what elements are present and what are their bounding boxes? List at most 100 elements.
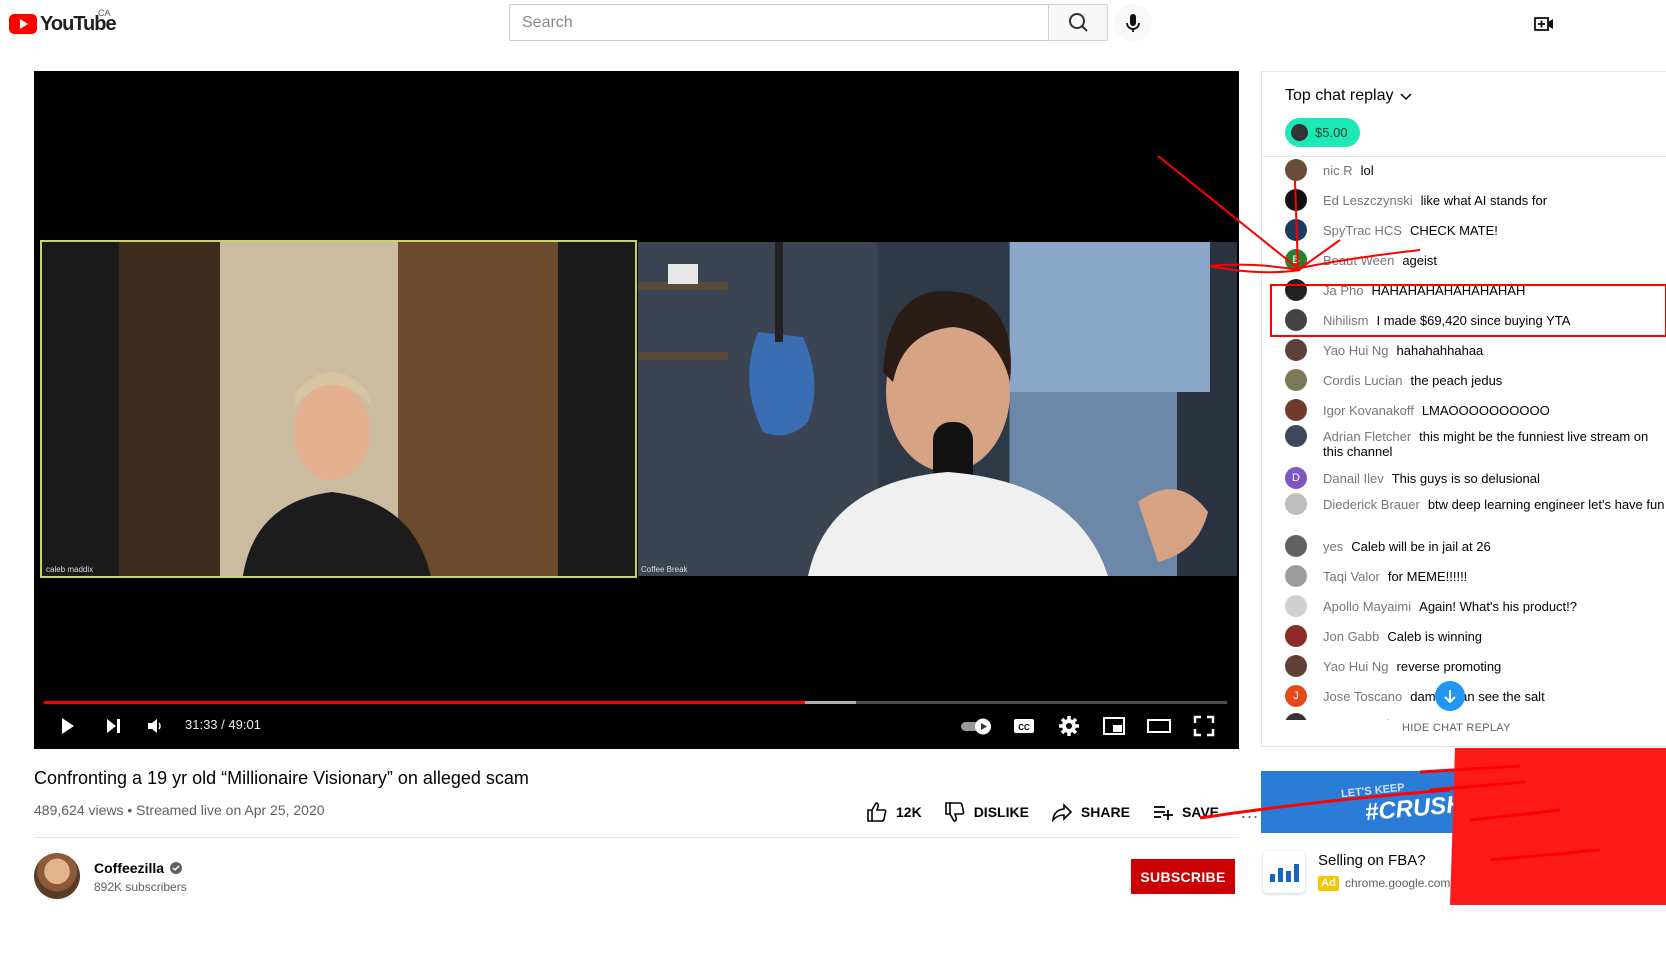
chat-author-name[interactable]: Cordis Lucian xyxy=(1323,373,1403,388)
search-button[interactable] xyxy=(1048,4,1108,41)
chat-author-avatar[interactable] xyxy=(1285,595,1307,617)
autoplay-toggle[interactable] xyxy=(959,711,995,741)
chat-author-avatar[interactable] xyxy=(1285,655,1307,677)
volume-button[interactable] xyxy=(140,711,170,741)
chat-message[interactable]: Yao Hui Ng hahahahhahaa xyxy=(1285,339,1665,361)
chat-author-avatar[interactable]: J xyxy=(1285,685,1307,707)
create-button[interactable] xyxy=(1532,12,1556,36)
chat-message[interactable]: SpyTrac HCS CHECK MATE! xyxy=(1285,219,1665,241)
chat-author-name[interactable]: Jose Toscano xyxy=(1323,689,1402,704)
chat-author-name[interactable]: Ja Pho xyxy=(1323,283,1363,298)
chat-author-name[interactable]: Taqi Valor xyxy=(1323,569,1380,584)
miniplayer-button[interactable] xyxy=(1099,711,1129,741)
chat-author-avatar[interactable] xyxy=(1285,493,1307,515)
video-player[interactable]: caleb maddix Coffee Break 31:33 / 49:01 … xyxy=(34,71,1239,749)
chat-author-avatar[interactable] xyxy=(1285,339,1307,361)
ad-title[interactable]: Selling on FBA? xyxy=(1318,852,1426,869)
chat-author-name[interactable]: yes xyxy=(1323,539,1343,554)
chat-author-avatar[interactable] xyxy=(1285,565,1307,587)
chat-author-name[interactable]: Diederick Brauer xyxy=(1323,497,1420,512)
chat-message-text: DEFLECT DEFLECT DEFLECT xyxy=(1404,717,1588,720)
scroll-to-bottom-button[interactable] xyxy=(1435,681,1465,711)
progress-bar[interactable] xyxy=(44,701,1227,704)
chat-message[interactable]: Nihilism I made $69,420 since buying YTA xyxy=(1285,309,1665,331)
chat-mode-dropdown[interactable]: Top chat replay xyxy=(1285,87,1414,105)
chat-author-name[interactable]: Adrian Fletcher xyxy=(1323,429,1411,444)
chat-message-body: Taqi Valor for MEME!!!!!! xyxy=(1323,569,1467,584)
chat-message-text: like what AI stands for xyxy=(1420,193,1548,208)
chat-message[interactable]: Ja Pho HAHAHAHAHAHAHAHAH xyxy=(1285,279,1665,301)
fullscreen-button[interactable] xyxy=(1189,711,1219,741)
chat-message[interactable]: B Beaut Ween ageist xyxy=(1285,249,1665,271)
like-button[interactable]: 12K xyxy=(866,801,922,823)
hide-chat-replay-button[interactable]: HIDE CHAT REPLAY xyxy=(1262,722,1666,734)
video-meta: 489,624 views • Streamed live on Apr 25,… xyxy=(34,802,325,818)
chat-author-avatar[interactable] xyxy=(1285,399,1307,421)
chat-author-name[interactable]: nic R xyxy=(1323,163,1353,178)
chat-message[interactable]: Taqi Valor for MEME!!!!!! xyxy=(1285,565,1665,587)
chat-message-text: hahahahhahaa xyxy=(1396,343,1484,358)
theater-mode-button[interactable] xyxy=(1144,711,1174,741)
dislike-button[interactable]: DISLIKE xyxy=(944,801,1029,823)
chat-author-name[interactable]: Monte Worle xyxy=(1323,717,1396,720)
chat-author-avatar[interactable] xyxy=(1285,535,1307,557)
share-button[interactable]: SHARE xyxy=(1051,801,1130,823)
chat-author-avatar[interactable] xyxy=(1285,369,1307,391)
chat-author-name[interactable]: Jon Gabb xyxy=(1323,629,1379,644)
chat-message[interactable]: Jon Gabb Caleb is winning xyxy=(1285,625,1665,647)
chat-author-name[interactable]: Ed Leszczynski xyxy=(1323,193,1413,208)
chat-author-name[interactable]: Apollo Mayaimi xyxy=(1323,599,1411,614)
chat-message-body: Monte Worle DEFLECT DEFLECT DEFLECT xyxy=(1323,717,1589,720)
chat-author-avatar[interactable] xyxy=(1285,219,1307,241)
more-actions-button[interactable]: ... xyxy=(1241,802,1259,823)
chat-author-avatar[interactable] xyxy=(1285,713,1307,720)
chat-message[interactable]: Ed Leszczynski like what AI stands for xyxy=(1285,189,1665,211)
chat-message-body: Cordis Lucian the peach jedus xyxy=(1323,373,1502,388)
chat-author-name[interactable]: Yao Hui Ng xyxy=(1323,343,1389,358)
chat-message[interactable]: Diederick Brauer btw deep learning engine… xyxy=(1285,493,1665,515)
next-button[interactable] xyxy=(98,711,128,741)
chat-author-avatar[interactable] xyxy=(1285,159,1307,181)
chat-message[interactable]: yes Caleb will be in jail at 26 xyxy=(1285,535,1665,557)
chat-author-avatar[interactable] xyxy=(1285,279,1307,301)
subscribe-button[interactable]: SUBSCRIBE xyxy=(1131,859,1235,894)
chat-author-avatar[interactable] xyxy=(1285,425,1307,447)
ad-badge: Ad xyxy=(1318,876,1339,891)
search-input[interactable]: Search xyxy=(509,4,1049,41)
play-button[interactable] xyxy=(52,711,82,741)
chat-author-name[interactable]: Igor Kovanakoff xyxy=(1323,403,1414,418)
chat-message[interactable]: Monte Worle DEFLECT DEFLECT DEFLECT xyxy=(1285,713,1665,720)
ad-logo-icon[interactable] xyxy=(1263,851,1305,893)
superchat-ticker[interactable]: $5.00 xyxy=(1285,118,1360,147)
chat-author-avatar[interactable]: D xyxy=(1285,467,1307,489)
chat-message-text: This guys is so delusional xyxy=(1391,471,1540,486)
chat-message-text: I made $69,420 since buying YTA xyxy=(1376,313,1571,328)
chat-author-avatar[interactable] xyxy=(1285,309,1307,331)
chat-message-list[interactable]: nic R lol Ed Leszczynski like what AI stand… xyxy=(1262,156,1666,720)
chat-author-name[interactable]: Danail Ilev xyxy=(1323,471,1384,486)
chat-message[interactable]: Yao Hui Ng reverse promoting xyxy=(1285,655,1665,677)
chat-author-name[interactable]: SpyTrac HCS xyxy=(1323,223,1402,238)
chat-message[interactable]: Adrian Fletcher this might be the funnies… xyxy=(1285,425,1665,459)
settings-button[interactable] xyxy=(1054,711,1084,741)
thumbs-down-icon xyxy=(944,802,965,822)
chat-author-avatar[interactable] xyxy=(1285,189,1307,211)
chat-message[interactable]: nic R lol xyxy=(1285,159,1665,181)
chat-message[interactable]: Apollo Mayaimi Again! What's his product!… xyxy=(1285,595,1665,617)
chat-author-avatar[interactable] xyxy=(1285,625,1307,647)
captions-button[interactable]: CC xyxy=(1009,711,1039,741)
chat-author-name[interactable]: Beaut Ween xyxy=(1323,253,1394,268)
chat-author-name[interactable]: Yao Hui Ng xyxy=(1323,659,1389,674)
chat-message[interactable]: D Danail Ilev This guys is so delusional xyxy=(1285,467,1665,489)
ad-banner[interactable]: LET'S KEEP #CRUSH xyxy=(1261,771,1666,833)
chat-author-name[interactable]: Nihilism xyxy=(1323,313,1369,328)
channel-name-row[interactable]: Coffeezilla xyxy=(94,860,183,876)
channel-avatar[interactable] xyxy=(34,853,80,899)
chat-message[interactable]: Cordis Lucian the peach jedus xyxy=(1285,369,1665,391)
chat-message[interactable]: Igor Kovanakoff LMAOOOOOOOOOO xyxy=(1285,399,1665,421)
miniplayer-icon xyxy=(1103,717,1125,735)
save-button[interactable]: SAVE xyxy=(1152,801,1219,823)
voice-search-button[interactable] xyxy=(1114,4,1152,42)
chat-message[interactable]: J Jose Toscano damn I can see the salt xyxy=(1285,685,1665,707)
chat-author-avatar[interactable]: B xyxy=(1285,249,1307,271)
